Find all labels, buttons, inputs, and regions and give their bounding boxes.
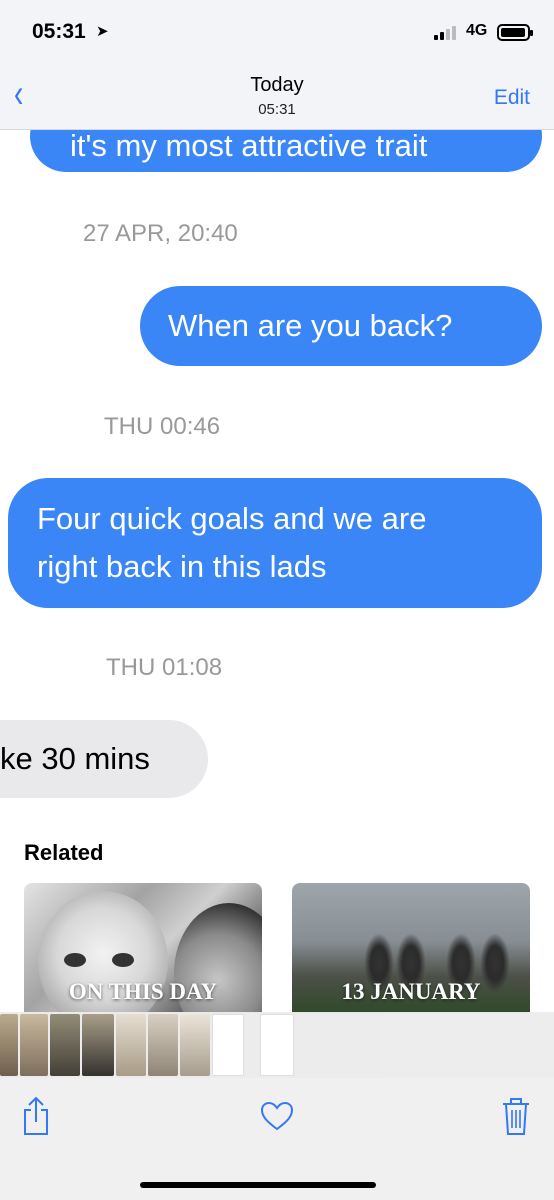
timestamp: THU 01:08 <box>106 654 223 681</box>
message-text-line: Four quick goals and we are <box>37 501 427 536</box>
nav-bar: ‹ Today 05:31 Edit <box>0 68 554 130</box>
thumbnail[interactable] <box>148 1014 178 1076</box>
message-bubble: When are you back? <box>140 286 542 366</box>
share-icon[interactable] <box>16 1094 56 1138</box>
message-text: ke 30 mins <box>0 741 150 776</box>
card-label: 13 JANUARY <box>341 979 481 1004</box>
heart-icon[interactable] <box>257 1094 297 1138</box>
thumbnail[interactable] <box>82 1014 114 1076</box>
related-card-on-this-day[interactable]: ON THIS DAY <box>24 883 262 1013</box>
timestamp: THU 00:46 <box>104 413 221 440</box>
status-bar: 05:31 ➤ 4G <box>0 0 554 68</box>
eye-left <box>64 953 86 967</box>
thumbnail[interactable] <box>20 1014 48 1076</box>
thumbnail[interactable] <box>50 1014 80 1076</box>
incoming-message-bubble: ke 30 mins <box>0 720 208 798</box>
edit-button[interactable]: Edit <box>494 86 530 110</box>
related-heading: Related <box>24 840 104 865</box>
home-indicator[interactable] <box>140 1182 376 1188</box>
signal-icon <box>434 24 456 40</box>
thumbnail-current[interactable] <box>260 1014 294 1076</box>
message-text-line: right back in this lads <box>37 549 327 584</box>
thumbnail[interactable] <box>0 1014 18 1076</box>
thumbnail[interactable] <box>180 1014 210 1076</box>
photo-filmstrip[interactable] <box>0 1012 554 1078</box>
location-arrow-icon: ➤ <box>96 23 109 40</box>
trash-icon[interactable] <box>496 1094 536 1138</box>
related-card-date[interactable]: 13 JANUARY <box>292 883 530 1013</box>
message-bubble: Four quick goals and we are right back i… <box>8 478 542 608</box>
thumbnail[interactable] <box>116 1014 146 1076</box>
status-time: 05:31 <box>32 20 86 43</box>
timestamp: 27 APR, 20:40 <box>83 220 238 247</box>
eye-right <box>112 953 134 967</box>
message-text: When are you back? <box>168 308 453 343</box>
nav-title: Today <box>250 74 304 96</box>
battery-icon <box>497 24 533 41</box>
thumbnail[interactable] <box>212 1014 244 1076</box>
network-type: 4G <box>466 22 488 39</box>
card-label: ON THIS DAY <box>68 979 218 1004</box>
nav-subtitle: 05:31 <box>258 101 296 118</box>
